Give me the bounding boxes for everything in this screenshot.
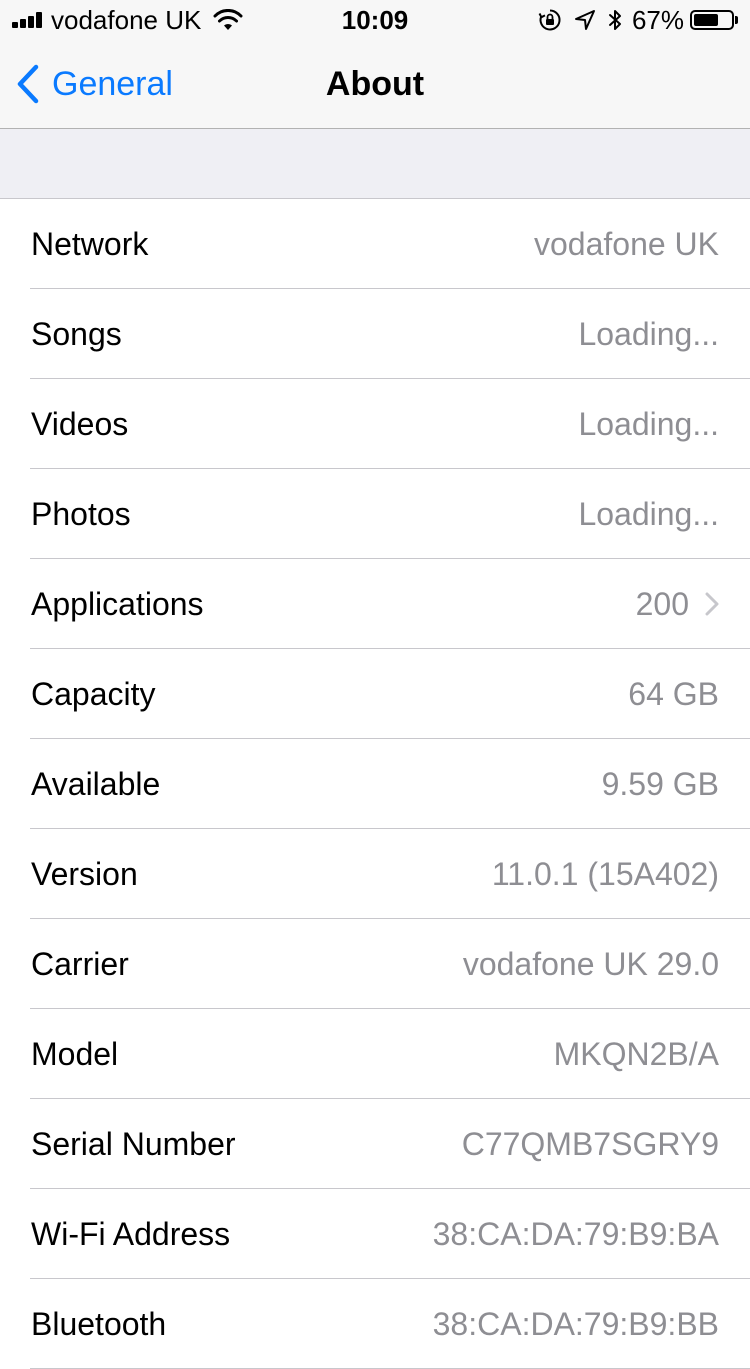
row-wi-fi-address: Wi-Fi Address 38:CA:DA:79:B9:BA xyxy=(0,1189,750,1279)
row-label: Videos xyxy=(31,405,129,442)
row-label: Model xyxy=(31,1035,119,1072)
row-value: 64 GB xyxy=(628,675,719,712)
status-bar: vodafone UK 10:09 67% xyxy=(0,0,750,40)
row-label: Applications xyxy=(31,585,204,622)
row-value: 38:CA:DA:79:B9:BB xyxy=(432,1305,719,1342)
row-network: Network vodafone UK xyxy=(0,199,750,289)
orientation-lock-icon xyxy=(538,9,561,31)
about-list: Network vodafone UK Songs Loading... Videos L… xyxy=(0,198,750,1369)
top-bar: vodafone UK 10:09 67% General About xyxy=(0,0,750,129)
row-value: vodafone UK 29.0 xyxy=(462,945,719,982)
row-label: Serial Number xyxy=(31,1125,236,1162)
row-value: C77QMB7SGRY9 xyxy=(461,1125,719,1162)
row-photos: Photos Loading... xyxy=(0,469,750,559)
row-label: Carrier xyxy=(31,945,129,982)
chevron-left-icon xyxy=(17,64,39,104)
row-value: Loading... xyxy=(578,315,719,352)
row-label: Wi-Fi Address xyxy=(31,1215,231,1252)
row-value: Loading... xyxy=(578,405,719,442)
row-bluetooth: Bluetooth 38:CA:DA:79:B9:BB xyxy=(0,1279,750,1369)
back-label: General xyxy=(52,65,173,103)
row-label: Network xyxy=(31,225,149,262)
row-serial-number: Serial Number C77QMB7SGRY9 xyxy=(0,1099,750,1189)
location-arrow-icon xyxy=(574,10,595,30)
row-label: Photos xyxy=(31,495,131,532)
row-label: Version xyxy=(31,855,138,892)
row-value: 9.59 GB xyxy=(601,765,719,802)
row-carrier: Carrier vodafone UK 29.0 xyxy=(0,919,750,1009)
row-applications[interactable]: Applications 200 xyxy=(0,559,750,649)
row-value: Loading... xyxy=(578,495,719,532)
row-label: Bluetooth xyxy=(31,1305,167,1342)
row-value: MKQN2B/A xyxy=(553,1035,719,1072)
row-label: Capacity xyxy=(31,675,156,712)
row-label: Songs xyxy=(31,315,122,352)
row-value: vodafone UK xyxy=(533,225,719,262)
chevron-right-icon xyxy=(705,592,719,616)
row-value: 11.0.1 (15A402) xyxy=(491,855,719,892)
bluetooth-icon xyxy=(608,10,621,30)
battery-percent: 67% xyxy=(631,5,684,35)
row-value: 38:CA:DA:79:B9:BA xyxy=(432,1215,719,1252)
row-songs: Songs Loading... xyxy=(0,289,750,379)
back-button[interactable]: General xyxy=(16,40,173,128)
row-label: Available xyxy=(31,765,161,802)
battery-icon xyxy=(690,10,738,30)
status-right: 67% xyxy=(538,5,738,35)
row-available: Available 9.59 GB xyxy=(0,739,750,829)
navigation-bar: General About xyxy=(0,40,750,128)
row-model: Model MKQN2B/A xyxy=(0,1009,750,1099)
row-capacity: Capacity 64 GB xyxy=(0,649,750,739)
row-version: Version 11.0.1 (15A402) xyxy=(0,829,750,919)
row-value: 200 xyxy=(635,585,689,622)
row-videos: Videos Loading... xyxy=(0,379,750,469)
